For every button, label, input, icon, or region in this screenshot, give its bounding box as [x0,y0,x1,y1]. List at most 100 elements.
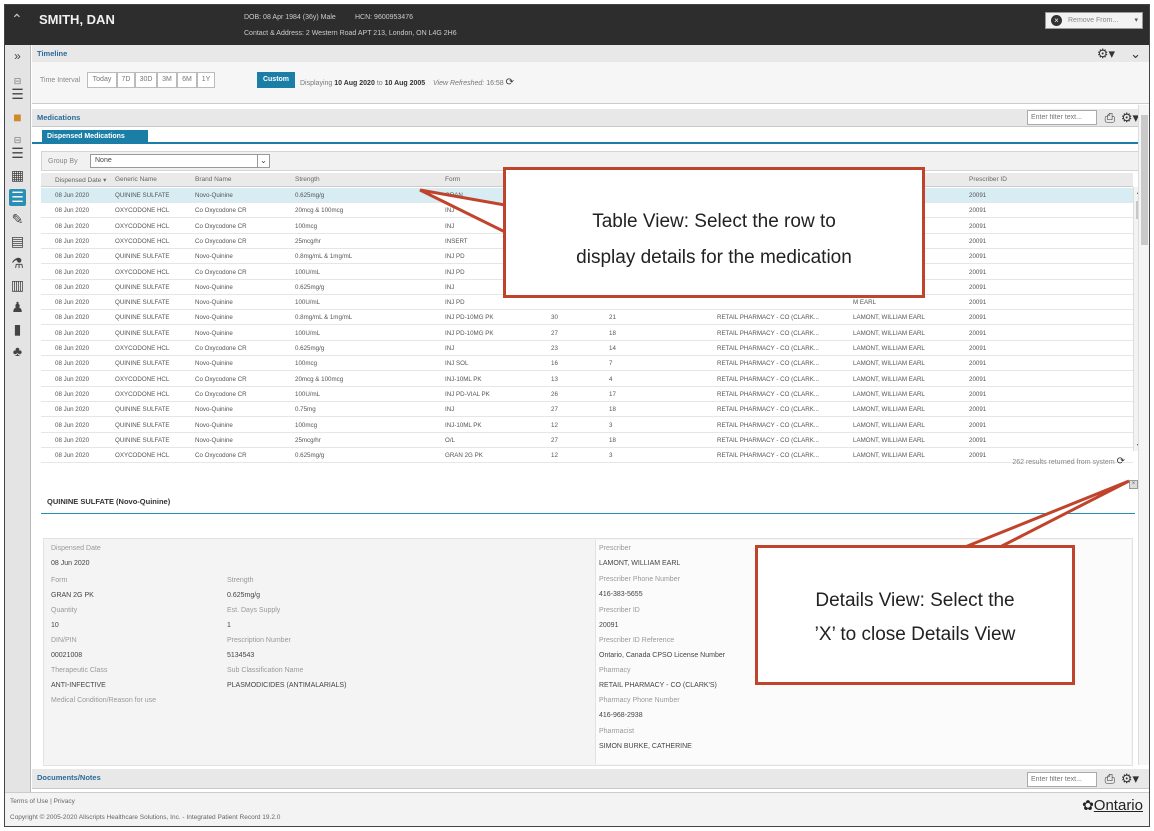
page-scroll-thumb[interactable] [1141,115,1148,245]
pills-icon[interactable]: ✎ [9,211,26,228]
table-row[interactable]: 08 Jun 2020 QUININE SULFATE Novo-Quinine 10… [41,326,1133,341]
timeline-title: Timeline [37,49,68,58]
table-row[interactable]: 08 Jun 2020 OXYCODONE HCL Co Oxycodone CR 0… [41,341,1133,356]
documents-filter-input[interactable] [1027,772,1097,787]
left-icon-rail: » ⊟ ☰ ■ ⊟ ☰ ▦ ☰ ✎ ▤ ⚗ ▥ ♟ ▮ ♣ [5,45,31,793]
patient-hcn: HCN: 9600953476 [355,14,413,21]
table-row[interactable]: 08 Jun 2020 QUININE SULFATE Novo-Quinine 10… [41,356,1133,372]
table-row[interactable]: 08 Jun 2020 QUININE SULFATE Novo-Quinine 0.… [41,402,1133,418]
gear-icon-medications[interactable]: ⚙▾ [1121,110,1139,126]
print-icon-documents[interactable]: ⎙ [1105,771,1115,787]
table-cell: LAMONT, WILLIAM EARL [853,406,925,414]
hospital-icon[interactable]: ▥ [9,277,26,294]
table-cell: QUININE SULFATE [115,329,170,337]
col-strength[interactable]: Strength [295,176,320,183]
table-cell: Novo-Quinine [195,283,233,291]
table-cell: 08 Jun 2020 [55,192,90,199]
table-cell: LAMONT, WILLIAM EARL [853,360,925,368]
footer-links[interactable]: Terms of Use | Privacy [10,798,75,805]
interval-6m[interactable]: 6M [177,72,197,88]
interval-1y[interactable]: 1Y [197,72,215,88]
patient-dob: DOB: 08 Apr 1984 (36y) Male [244,14,336,21]
table-cell: 100mcg [295,222,318,230]
prescriber-value: LAMONT, WILLIAM EARL [599,560,681,567]
table-cell: O/L [445,436,455,444]
gear-icon[interactable]: ⚙▾ [1097,46,1115,62]
table-cell: INJ [445,406,455,414]
group-icon[interactable]: ♣ [9,343,26,360]
table-cell: 08 Jun 2020 [55,406,90,414]
table-cell: Novo-Quinine [195,253,233,261]
col-prescriber-id[interactable]: Prescriber ID [969,176,1007,183]
col-form[interactable]: Form [445,176,460,183]
chevron-down-icon: ▾ [1134,17,1138,24]
interval-7d[interactable]: 7D [117,72,135,88]
table-row[interactable]: 08 Jun 2020 QUININE SULFATE Novo-Quinine 25… [41,433,1133,448]
remove-from-button[interactable]: × Remove From... ▾ [1045,12,1143,29]
table-cell: 08 Jun 2020 [55,222,90,230]
table-cell: QUININE SULFATE [115,421,170,429]
close-details-button[interactable]: × [1129,480,1138,489]
interval-today[interactable]: Today [87,72,117,88]
table-cell: RETAIL PHARMACY - CO (CLARK... [717,314,819,322]
col-generic-name[interactable]: Generic Name [115,176,157,183]
close-circle-icon: × [1051,15,1062,26]
table-cell: Novo-Quinine [195,421,233,429]
table-cell: 27 [551,329,558,337]
results-count: 262 results returned from system ⟳ [1012,456,1125,467]
refreshed-time: 16:58 [486,80,504,87]
table-cell: Novo-Quinine [195,192,233,199]
grid-icon[interactable]: ▦ [9,167,26,184]
table-cell: QUININE SULFATE [115,406,170,414]
collapse-down-icon[interactable]: ⌄ [1130,46,1141,62]
print-icon[interactable]: ⎙ [1105,110,1115,126]
table-cell: 14 [609,345,616,352]
table-cell: RETAIL PHARMACY - CO (CLARK... [717,390,819,398]
table-cell: 17 [609,390,616,398]
collapse-up-icon[interactable]: ⌃ [11,11,23,28]
table-row[interactable]: 08 Jun 2020 OXYCODONE HCL Co Oxycodone CR 2… [41,372,1133,387]
table-cell: 21 [609,314,616,322]
table-cell: 3 [609,421,613,429]
interval-30d[interactable]: 30D [135,72,157,88]
medications-title: Medications [37,113,81,122]
table-cell: 20091 [969,299,987,307]
group-by-select[interactable]: None ⌄ [90,154,270,168]
people-icon[interactable]: ♟ [9,299,26,316]
table-row[interactable]: 08 Jun 2020 QUININE SULFATE Novo-Quinine 10… [41,418,1133,433]
table-cell: QUININE SULFATE [115,283,170,291]
table-cell: 0.75mg [295,406,316,414]
table-row[interactable]: 08 Jun 2020 OXYCODONE HCL Co Oxycodone CR 0… [41,448,1133,464]
table-cell: 08 Jun 2020 [55,375,90,383]
gear-icon-documents[interactable]: ⚙▾ [1121,771,1139,787]
app-window: ⌃ SMITH, DAN DOB: 08 Apr 1984 (36y) Male… [4,4,1150,827]
table-view-callout: Table View: Select the row to display de… [503,167,925,298]
prescriber-id-value: 20091 [599,622,619,629]
tab-dispensed-medications[interactable]: Dispensed Medications [42,130,148,144]
lab-flask-icon[interactable]: ⚗ [9,255,26,272]
refresh-icon-results[interactable]: ⟳ [1117,456,1125,467]
table-cell: 100U/mL [295,299,321,307]
rx-number-label: Prescription Number [227,637,291,644]
medications-filter-input[interactable] [1027,110,1097,125]
document-icon[interactable]: ▤ [9,233,26,250]
prescriber-ref-label: Prescriber ID Reference [599,637,675,644]
table-cell: Co Oxycodone CR [195,390,247,398]
notes-icon[interactable]: ▮ [9,321,26,338]
col-dispensed-date[interactable]: Dispensed Date ▾ [55,176,106,184]
folder-icon[interactable]: ■ [9,109,26,126]
expand-rail-icon[interactable]: » [9,48,26,65]
interval-custom[interactable]: Custom [257,72,295,88]
table-row[interactable]: 08 Jun 2020 QUININE SULFATE Novo-Quinine 0.… [41,310,1133,326]
therapeutic-class-label: Therapeutic Class [51,667,108,674]
form-label: Form [51,577,68,584]
list-menu-icon[interactable]: ☰ [9,86,26,103]
col-brand-name[interactable]: Brand Name [195,176,232,183]
interval-3m[interactable]: 3M [157,72,177,88]
medications-list-icon[interactable]: ☰ [9,189,26,206]
table-row[interactable]: 08 Jun 2020 OXYCODONE HCL Co Oxycodone CR 1… [41,387,1133,402]
list-menu-icon-2[interactable]: ☰ [9,145,26,162]
refresh-icon[interactable]: ⟳ [506,77,514,88]
pharmacist-value: SIMON BURKE, CATHERINE [599,743,692,750]
page-scrollbar[interactable] [1138,105,1149,765]
